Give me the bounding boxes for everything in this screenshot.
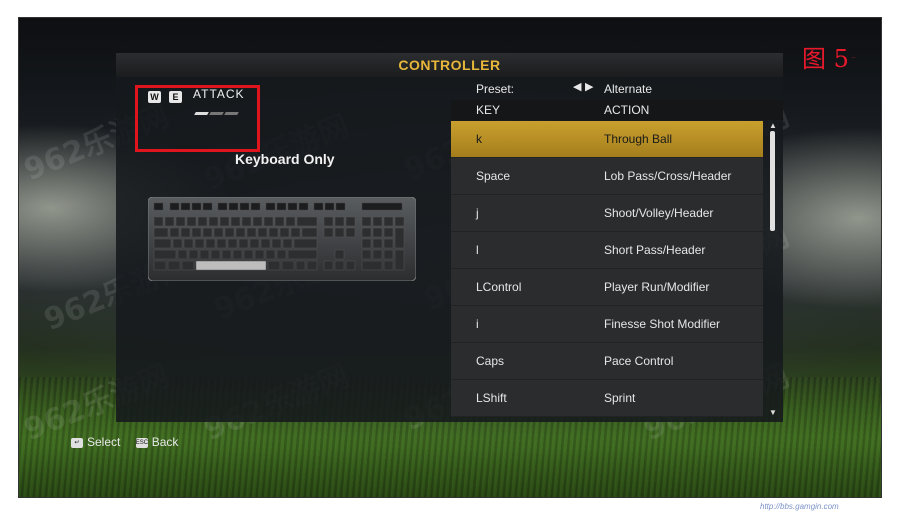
binding-action: Sprint [604,391,636,405]
keyboard-image [148,197,416,281]
annotation-highlight-box [135,85,260,152]
binding-row[interactable]: j Shoot/Volley/Header [451,195,763,232]
controller-panel: CONTROLLER W E ATTACK Keyboard Only Pres… [116,53,783,422]
binding-key: l [476,243,479,257]
binding-action: Player Run/Modifier [604,280,710,294]
binding-row[interactable]: l Short Pass/Header [451,232,763,269]
footer-controls: ↵ Select ESC Back [71,434,190,450]
back-label: Back [151,434,179,449]
binding-row[interactable]: LShift Sprint [451,380,763,417]
bindings-panel: Preset: ◀ ▶ Alternate KEY ACTION k Throu… [451,77,783,422]
select-label: Select [87,434,121,449]
binding-key: k [476,132,482,146]
column-header-action: ACTION [604,103,650,117]
binding-row[interactable]: i Finesse Shot Modifier [451,306,763,343]
layout-preview: W E ATTACK Keyboard Only [116,77,451,422]
back-hint[interactable]: ESC Back [135,434,179,449]
esc-key-icon: ESC [135,437,149,448]
select-hint[interactable]: ↵ Select [71,435,120,449]
binding-row[interactable]: Caps Pace Control [451,343,763,380]
title-bar: CONTROLLER [116,53,783,77]
preset-label: Preset: [476,82,515,96]
scroll-thumb[interactable] [770,131,775,231]
enter-key-icon: ↵ [71,437,83,448]
binding-action: Short Pass/Header [604,243,706,257]
binding-key: LShift [476,391,507,405]
source-watermark-url: http://bbs.gamgin.com [760,502,839,511]
binding-key: Caps [476,354,505,368]
binding-list: k Through Ball Space Lob Pass/Cross/Head… [451,121,763,417]
binding-key: Space [476,169,511,183]
arrow-left-icon[interactable]: ◀ [573,80,581,93]
binding-action: Through Ball [604,132,673,146]
scroll-down-icon[interactable]: ▼ [768,408,778,417]
binding-action: Finesse Shot Modifier [604,317,721,331]
binding-key: j [476,206,479,220]
scrollbar[interactable]: ▲ ▼ [767,121,779,421]
table-header: KEY ACTION [451,100,783,120]
figure-suffix: .. [852,54,856,60]
mode-label: Keyboard Only [235,151,335,167]
arrow-right-icon[interactable]: ▶ [585,80,593,93]
binding-row[interactable]: LControl Player Run/Modifier [451,269,763,306]
preset-selector[interactable]: Preset: ◀ ▶ Alternate [451,80,783,98]
binding-action: Lob Pass/Cross/Header [604,169,732,183]
preset-value: Alternate [604,82,653,96]
binding-key: i [476,317,479,331]
binding-row[interactable]: Space Lob Pass/Cross/Header [451,158,763,195]
column-header-key: KEY [476,103,501,117]
binding-action: Shoot/Volley/Header [604,206,714,220]
binding-key: LControl [476,280,522,294]
binding-row[interactable]: k Through Ball [451,121,763,158]
scroll-up-icon[interactable]: ▲ [768,121,778,130]
figure-label: 图 5 [802,45,849,73]
binding-action: Pace Control [604,354,674,368]
page-title: CONTROLLER [398,57,501,73]
